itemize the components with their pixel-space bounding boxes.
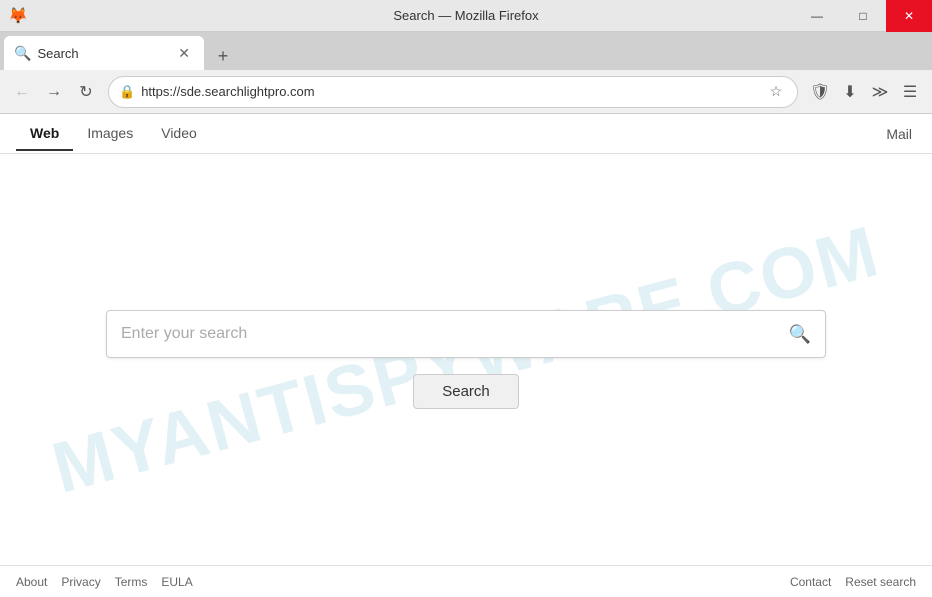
download-button[interactable]: ⬇ [836, 78, 864, 106]
search-container: 🔍 Search [106, 310, 826, 409]
lock-icon: 🔒 [119, 84, 135, 100]
toolbar: ← → ↻ 🔒 ☆ 🛡 ⬇ ≫ ☰ [0, 70, 932, 114]
address-input[interactable] [141, 84, 759, 99]
address-right-icons: ☆ [765, 81, 787, 103]
tab-title: Search [37, 46, 168, 61]
minimize-button[interactable]: — [794, 0, 840, 32]
tabbar: 🔍 Search ✕ + [0, 32, 932, 70]
mail-link[interactable]: Mail [882, 118, 916, 150]
footer-reset-search-link[interactable]: Reset search [845, 575, 916, 589]
address-bar[interactable]: 🔒 ☆ [108, 76, 798, 108]
main-content: MYANTISPYWARE.COM 🔍 Search [0, 154, 932, 565]
extensions-button[interactable]: ≫ [866, 78, 894, 106]
shield-button[interactable]: 🛡 [806, 78, 834, 106]
footer-links-right: Contact Reset search [790, 575, 916, 589]
maximize-button[interactable]: □ [840, 0, 886, 32]
footer: About Privacy Terms EULA Contact Reset s… [0, 565, 932, 597]
close-button[interactable]: ✕ [886, 0, 932, 32]
back-button[interactable]: ← [8, 78, 36, 106]
footer-about-link[interactable]: About [16, 575, 47, 589]
footer-links-left: About Privacy Terms EULA [16, 575, 193, 589]
search-button[interactable]: Search [413, 374, 519, 409]
tab-close-button[interactable]: ✕ [174, 43, 194, 64]
window-controls: — □ ✕ [794, 0, 932, 32]
footer-terms-link[interactable]: Terms [115, 575, 148, 589]
footer-contact-link[interactable]: Contact [790, 575, 831, 589]
new-tab-button[interactable]: + [208, 42, 238, 70]
menu-button[interactable]: ☰ [896, 78, 924, 106]
reload-button[interactable]: ↻ [72, 78, 100, 106]
page-nav: Web Images Video Mail [0, 114, 932, 154]
nav-tab-web[interactable]: Web [16, 117, 73, 151]
titlebar: 🦊 Search — Mozilla Firefox — □ ✕ [0, 0, 932, 32]
active-tab[interactable]: 🔍 Search ✕ [4, 36, 204, 70]
search-input[interactable] [121, 325, 789, 343]
forward-button[interactable]: → [40, 78, 68, 106]
nav-tab-images[interactable]: Images [73, 117, 147, 151]
titlebar-title: Search — Mozilla Firefox [393, 8, 538, 23]
tab-favicon-icon: 🔍 [14, 45, 31, 62]
nav-tab-video[interactable]: Video [147, 117, 211, 151]
footer-privacy-link[interactable]: Privacy [61, 575, 100, 589]
firefox-logo-icon: 🦊 [8, 6, 28, 26]
titlebar-left: 🦊 [0, 6, 36, 26]
search-icon[interactable]: 🔍 [789, 324, 811, 345]
search-input-wrapper: 🔍 [106, 310, 826, 358]
bookmark-star-icon[interactable]: ☆ [765, 81, 787, 103]
footer-eula-link[interactable]: EULA [161, 575, 192, 589]
toolbar-right: 🛡 ⬇ ≫ ☰ [806, 78, 924, 106]
